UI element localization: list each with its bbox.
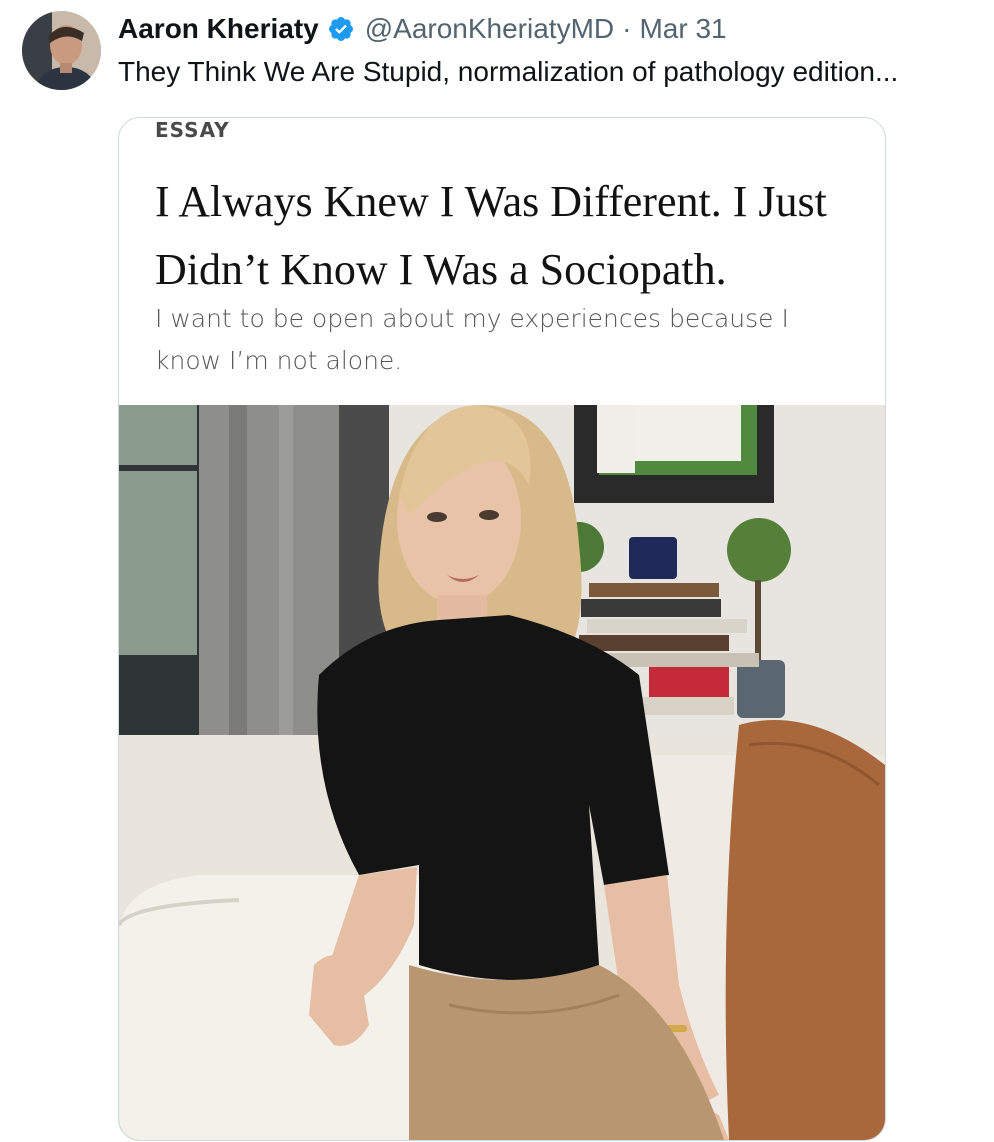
tweet-header: Aaron Kheriaty @AaronKheriatyMD · Mar 31	[118, 12, 727, 46]
tweet-text: They Think We Are Stupid, normalization …	[118, 56, 899, 87]
author-name[interactable]: Aaron Kheriaty	[118, 13, 319, 45]
tweet-date[interactable]: Mar 31	[639, 13, 726, 45]
verified-badge-icon	[328, 17, 353, 41]
author-handle[interactable]: @AaronKheriatyMD	[365, 13, 614, 45]
article-headline: I Always Knew I Was Different. I Just Di…	[155, 177, 827, 294]
article-dek: I want to be open about my experiences b…	[155, 304, 789, 375]
article-card[interactable]: ESSAY I Always Knew I Was Different. I J…	[118, 117, 886, 1141]
article-section-label: ESSAY	[155, 118, 230, 142]
author-avatar[interactable]	[22, 11, 101, 90]
header-separator: ·	[622, 13, 632, 44]
article-photo	[119, 405, 885, 1140]
